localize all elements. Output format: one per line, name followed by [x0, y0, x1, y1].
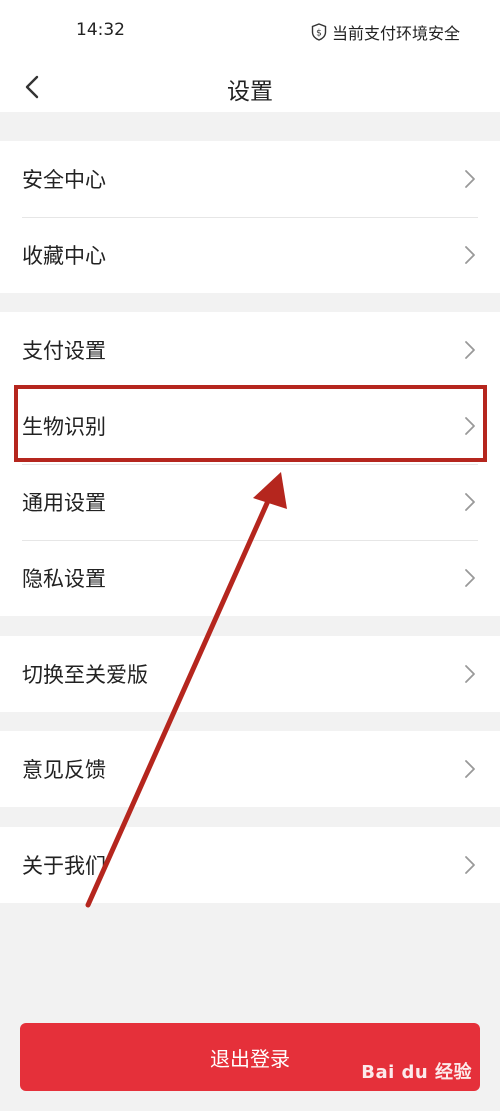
baidu-jingyan-watermark: Bai du 经验 [361, 1062, 472, 1083]
settings-group-account: 安全中心 收藏中心 [0, 141, 500, 293]
settings-group-about: 关于我们 [0, 827, 500, 903]
settings-item-label: 支付设置 [22, 339, 106, 363]
status-bar: 14:32 $ 当前支付环境安全 [0, 0, 500, 62]
payment-safety-indicator: $ 当前支付环境安全 [311, 20, 460, 44]
chevron-right-icon [465, 246, 475, 264]
settings-item-label: 隐私设置 [22, 567, 106, 591]
chevron-right-icon [465, 417, 475, 435]
settings-item-about-us[interactable]: 关于我们 [0, 827, 500, 903]
chevron-right-icon [465, 856, 475, 874]
chevron-right-icon [465, 493, 475, 511]
settings-item-favorites[interactable]: 收藏中心 [0, 217, 500, 293]
shield-dollar-icon: $ [311, 23, 327, 41]
settings-item-label: 关于我们 [22, 854, 106, 878]
settings-item-label: 切换至关爱版 [22, 663, 148, 687]
settings-item-label: 通用设置 [22, 491, 106, 515]
settings-group-care-mode: 切换至关爱版 [0, 636, 500, 712]
payment-safety-text: 当前支付环境安全 [331, 24, 460, 43]
svg-text:$: $ [316, 29, 322, 39]
settings-item-general[interactable]: 通用设置 [0, 464, 500, 540]
page-title: 设置 [227, 79, 273, 105]
settings-group-payment: 支付设置 生物识别 通用设置 隐私设置 [0, 312, 500, 616]
settings-item-label: 意见反馈 [22, 758, 106, 782]
chevron-right-icon [465, 665, 475, 683]
settings-item-care-mode[interactable]: 切换至关爱版 [0, 636, 500, 712]
settings-item-label: 安全中心 [22, 168, 106, 192]
chevron-right-icon [465, 170, 475, 188]
settings-group-feedback: 意见反馈 [0, 731, 500, 807]
settings-item-label: 生物识别 [22, 415, 106, 439]
chevron-right-icon [465, 760, 475, 778]
status-time: 14:32 [76, 20, 125, 40]
settings-item-label: 收藏中心 [22, 244, 106, 268]
settings-item-payment[interactable]: 支付设置 [0, 312, 500, 388]
settings-item-biometrics[interactable]: 生物识别 [0, 388, 500, 464]
chevron-right-icon [465, 569, 475, 587]
settings-item-security-center[interactable]: 安全中心 [0, 141, 500, 217]
settings-item-privacy[interactable]: 隐私设置 [0, 540, 500, 616]
chevron-right-icon [465, 341, 475, 359]
settings-item-feedback[interactable]: 意见反馈 [0, 731, 500, 807]
nav-bar: 设置 [0, 62, 500, 112]
